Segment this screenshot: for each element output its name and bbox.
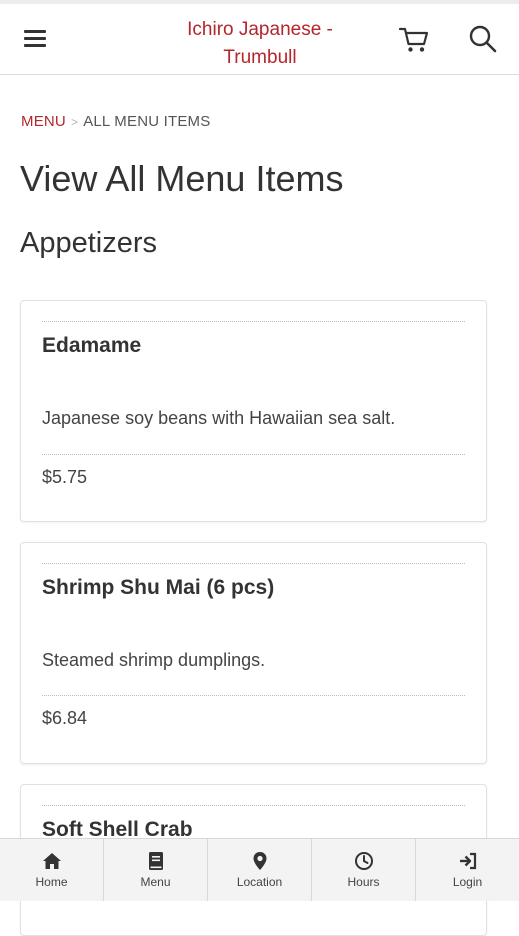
nav-label: Login xyxy=(452,875,483,889)
nav-label: Location xyxy=(236,875,283,889)
breadcrumb-separator: > xyxy=(70,115,79,129)
menu-item-card[interactable]: Edamame Japanese soy beans with Hawaiian… xyxy=(20,300,487,522)
menu-item-price: $5.75 xyxy=(42,467,88,487)
menu-item-card[interactable]: Shrimp Shu Mai (6 pcs) Steamed shrimp du… xyxy=(20,542,487,764)
card-divider xyxy=(42,454,465,455)
clock-icon xyxy=(354,852,373,870)
breadcrumb-current: ALL MENU ITEMS xyxy=(83,113,211,130)
hamburger-icon[interactable] xyxy=(24,27,46,47)
nav-label: Home xyxy=(35,875,68,889)
nav-label: Menu xyxy=(140,875,171,889)
sign-in-icon xyxy=(459,852,476,870)
nav-hours[interactable]: Hours xyxy=(312,839,416,901)
site-title[interactable]: Ichiro Japanese - Trumbull xyxy=(150,16,370,72)
card-divider xyxy=(42,321,465,322)
bottom-nav: Home Menu Location Hours Login xyxy=(0,838,519,901)
menu-item-name: Shrimp Shu Mai (6 pcs) xyxy=(42,576,275,599)
menu-item-description: Japanese soy beans with Hawaiian sea sal… xyxy=(42,408,396,428)
menu-item-description: Steamed shrimp dumplings. xyxy=(42,650,266,670)
nav-home[interactable]: Home xyxy=(0,839,104,901)
top-header: Ichiro Japanese - Trumbull xyxy=(0,4,519,75)
menu-item-name: Edamame xyxy=(42,334,142,357)
breadcrumb: MENU > ALL MENU ITEMS xyxy=(21,113,210,130)
site-title-line1: Ichiro Japanese - xyxy=(187,19,333,40)
map-pin-icon xyxy=(253,852,266,870)
home-icon xyxy=(42,853,61,869)
nav-login[interactable]: Login xyxy=(416,839,519,901)
nav-location[interactable]: Location xyxy=(208,839,312,901)
card-divider xyxy=(42,805,465,806)
menu-item-price: $6.84 xyxy=(42,708,88,728)
page-title: View All Menu Items xyxy=(20,158,344,199)
card-divider xyxy=(42,563,465,564)
book-icon xyxy=(148,852,163,870)
site-title-line2: Trumbull xyxy=(223,47,297,68)
section-title: Appetizers xyxy=(20,227,158,259)
cart-icon[interactable] xyxy=(398,24,430,54)
breadcrumb-menu-link[interactable]: MENU xyxy=(21,113,66,130)
search-icon[interactable] xyxy=(468,24,498,54)
nav-menu[interactable]: Menu xyxy=(104,839,208,901)
nav-label: Hours xyxy=(347,875,380,889)
card-divider xyxy=(42,695,465,696)
